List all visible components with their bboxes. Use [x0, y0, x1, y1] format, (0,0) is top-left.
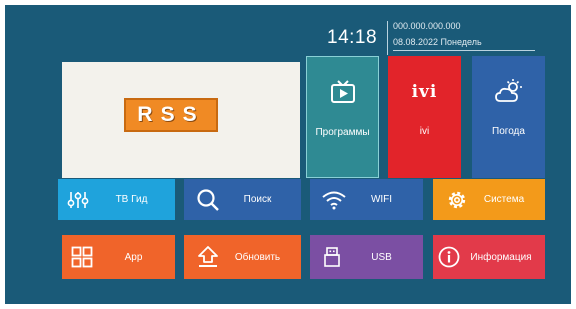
tile-wifi[interactable]: WIFI [310, 179, 423, 220]
tile-search[interactable]: Поиск [184, 179, 301, 220]
tile-weather[interactable]: Погода [472, 56, 545, 178]
tile-app-label: App [124, 251, 143, 263]
wifi-icon [322, 179, 346, 220]
search-icon [196, 179, 220, 220]
tile-system[interactable]: Система [433, 179, 545, 220]
info-icon [437, 235, 461, 279]
tile-search-label: Поиск [243, 194, 272, 205]
tile-info[interactable]: Информация [433, 235, 545, 279]
tile-ivi[interactable]: ivi ivi [388, 56, 461, 178]
tile-wifi-label: WIFI [370, 194, 393, 205]
tile-info-label: Информация [470, 251, 532, 263]
ivi-logo: ivi [388, 82, 461, 102]
tile-update[interactable]: Обновить [184, 235, 301, 279]
date-weekday: 08.08.2022 Понедель [393, 37, 482, 47]
tv-guide-sliders-icon [66, 179, 90, 220]
rss-logo: RSS [124, 98, 218, 132]
tile-usb[interactable]: USB [310, 235, 423, 279]
tile-ivi-label: ivi [419, 126, 430, 137]
tile-tv-guide[interactable]: ТВ Гид [58, 179, 175, 220]
tile-system-label: Система [483, 194, 525, 205]
rss-banner[interactable]: RSS [62, 62, 300, 178]
ivi-logo-text: ivi [411, 82, 438, 102]
usb-icon [320, 235, 344, 279]
ip-address: 000.000.000.000 [393, 21, 461, 31]
tile-programs[interactable]: Программы [306, 56, 379, 178]
tv-play-icon [307, 79, 378, 105]
tile-programs-label: Программы [315, 127, 370, 138]
upload-icon [196, 235, 220, 279]
apps-grid-icon [70, 235, 94, 279]
tile-tv-guide-label: ТВ Гид [115, 194, 148, 205]
tile-usb-label: USB [371, 251, 392, 263]
gear-icon [445, 179, 469, 220]
tile-update-label: Обновить [234, 251, 281, 263]
date-underline [393, 50, 535, 51]
status-divider [387, 21, 388, 55]
clock: 14:18 [327, 27, 378, 48]
launcher-screen: 14:18 000.000.000.000 08.08.2022 Понедел… [5, 5, 571, 304]
tile-app[interactable]: App [62, 235, 175, 279]
tile-weather-label: Погода [492, 126, 525, 137]
weather-icon [472, 78, 545, 104]
